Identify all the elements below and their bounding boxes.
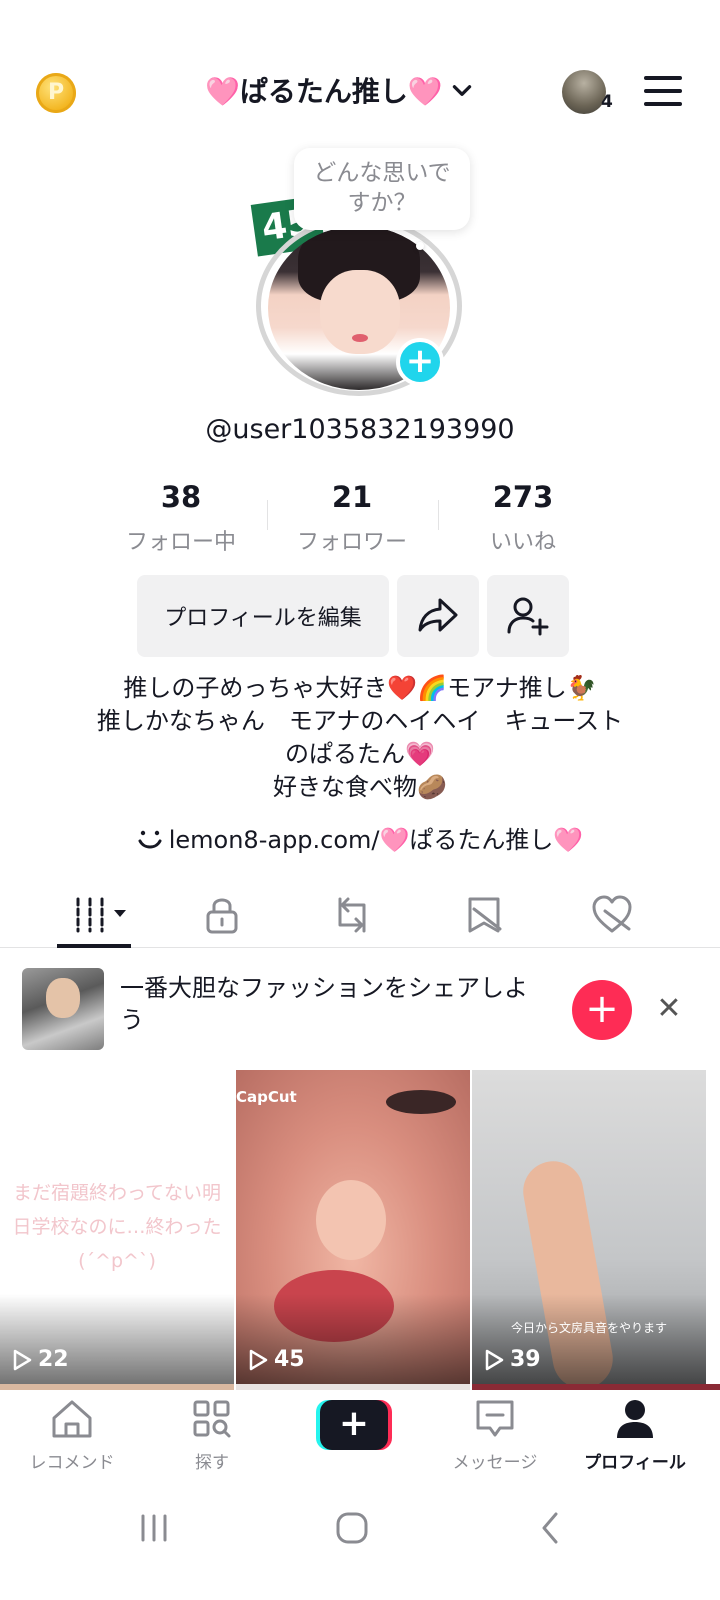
stat-followers[interactable]: 21 フォロワー <box>267 480 437 556</box>
coin-icon[interactable]: P <box>36 73 76 113</box>
tab-private[interactable] <box>192 890 252 940</box>
share-fashion-banner[interactable]: 一番大胆なファッションをシェアしよう + ✕ <box>0 950 720 1068</box>
banner-text: 一番大胆なファッションをシェアしよう <box>120 974 528 1034</box>
overlay-line: (´^p^`) <box>78 1250 156 1272</box>
bubble-text-line1: どんな思いで <box>313 160 451 186</box>
nav-profile[interactable]: プロフィール <box>565 1398 705 1473</box>
smile-link-icon <box>138 830 162 849</box>
view-count-value: 45 <box>274 1347 305 1372</box>
view-count-value: 22 <box>38 1347 69 1372</box>
hidden-heart-icon <box>592 895 632 933</box>
stat-likes[interactable]: 273 いいね <box>438 480 608 556</box>
play-icon <box>485 1349 504 1370</box>
tab-videos[interactable] <box>70 890 130 940</box>
banner-thumbnail <box>22 968 104 1050</box>
active-tab-indicator <box>57 944 131 948</box>
play-icon <box>249 1349 268 1370</box>
play-icon <box>13 1349 32 1370</box>
bio-line: のぱるたん💗 <box>285 740 435 768</box>
nav-discover[interactable]: 探す <box>142 1398 282 1473</box>
share-icon <box>418 598 458 632</box>
bio: 推しの子めっちゃ大好き❤️🌈モアナ推し🐓 推しかなちゃん モアナのヘイヘイ キュ… <box>40 672 680 804</box>
profile-link-text: lemon8-app.com/🩷ぱるたん推し🩷 <box>168 826 584 854</box>
add-story-button[interactable]: + <box>396 338 444 386</box>
system-nav-bar <box>0 1482 720 1600</box>
bubble-dot <box>416 242 424 250</box>
profile-icon <box>617 1400 653 1438</box>
bottom-nav: レコメンド 探す + メッセージ プロフィール <box>0 1390 720 1482</box>
repost-icon <box>338 897 366 933</box>
bio-line: 推しかなちゃん モアナのヘイヘイ キュースト <box>96 707 624 735</box>
overlay-line: まだ宿題終わってない明 <box>12 1182 222 1204</box>
stat-following[interactable]: 38 フォロー中 <box>96 480 266 556</box>
username: @user1035832193990 <box>205 414 515 445</box>
stat-label: フォロー中 <box>125 530 236 555</box>
capcut-watermark: CapCut <box>236 1088 297 1106</box>
grid-icon <box>76 897 126 933</box>
tab-liked[interactable] <box>582 890 642 940</box>
edit-profile-button[interactable]: プロフィールを編集 <box>137 575 389 657</box>
home-icon <box>52 1400 92 1438</box>
add-user-icon <box>507 597 549 636</box>
close-icon[interactable]: ✕ <box>652 992 686 1026</box>
stat-label: フォロワー <box>296 530 407 555</box>
stat-label: いいね <box>489 530 556 555</box>
chevron-down-icon <box>452 85 471 96</box>
plus-icon: + <box>320 1400 388 1450</box>
view-count: 39 <box>484 1347 541 1372</box>
tab-reposts[interactable] <box>322 890 382 940</box>
stat-value: 38 <box>160 480 202 514</box>
nav-home[interactable]: レコメンド <box>2 1398 142 1473</box>
bio-line: 推しの子めっちゃ大好き❤️🌈モアナ推し🐓 <box>123 674 597 702</box>
stat-value: 273 <box>492 480 554 514</box>
menu-icon[interactable] <box>644 76 682 106</box>
create-button[interactable]: + <box>316 1400 392 1450</box>
bio-line: 好きな食べ物🥔 <box>273 773 447 801</box>
back-icon[interactable] <box>520 1508 580 1548</box>
recent-apps-icon[interactable] <box>124 1508 184 1548</box>
tab-saved[interactable] <box>454 890 514 940</box>
overlay-line: 日学校なのに…終わった <box>12 1216 222 1238</box>
share-profile-button[interactable] <box>397 575 479 657</box>
video-thumbnail[interactable]: まだ宿題終わってない明 日学校なのに…終わった (´^p^`) 22 <box>0 1070 234 1384</box>
discover-icon <box>193 1400 231 1438</box>
view-count: 45 <box>248 1347 305 1372</box>
hidden-bookmark-icon <box>468 897 502 933</box>
lock-icon <box>206 898 238 934</box>
banner-add-button[interactable]: + <box>572 980 632 1040</box>
overlay-text: まだ宿題終わってない明 日学校なのに…終わった (´^p^`) <box>12 1176 222 1278</box>
view-count: 22 <box>12 1347 69 1372</box>
bubble-text-line2: すか？ <box>347 190 417 216</box>
nav-label: メッセージ <box>452 1453 538 1473</box>
stat-value: 21 <box>331 480 373 514</box>
message-icon <box>476 1400 514 1437</box>
profile-tabs <box>0 880 720 948</box>
home-button-icon[interactable] <box>322 1508 382 1548</box>
nav-label: プロフィール <box>584 1453 686 1473</box>
add-friend-button[interactable] <box>487 575 569 657</box>
nav-label: 探す <box>195 1453 229 1473</box>
notification-count: 4 <box>601 92 613 112</box>
page-title: 🩷ぱるたん推し🩷 <box>205 75 443 108</box>
video-thumbnail[interactable]: 今日から文房具音をやります 39 <box>472 1070 706 1384</box>
coin-label: P <box>47 80 65 105</box>
story-avatar[interactable] <box>562 70 606 114</box>
video-caption: 今日から文房具音をやります <box>510 1321 667 1335</box>
status-bubble[interactable]: どんな思いで すか？ <box>294 148 470 230</box>
nav-messages[interactable]: メッセージ <box>425 1398 565 1473</box>
profile-link[interactable]: lemon8-app.com/🩷ぱるたん推し🩷 <box>0 820 720 855</box>
view-count-value: 39 <box>510 1347 541 1372</box>
account-switcher[interactable]: 🩷ぱるたん推し🩷 <box>205 70 475 110</box>
video-thumbnail[interactable]: CapCut 45 <box>236 1070 470 1384</box>
nav-label: レコメンド <box>29 1453 115 1473</box>
